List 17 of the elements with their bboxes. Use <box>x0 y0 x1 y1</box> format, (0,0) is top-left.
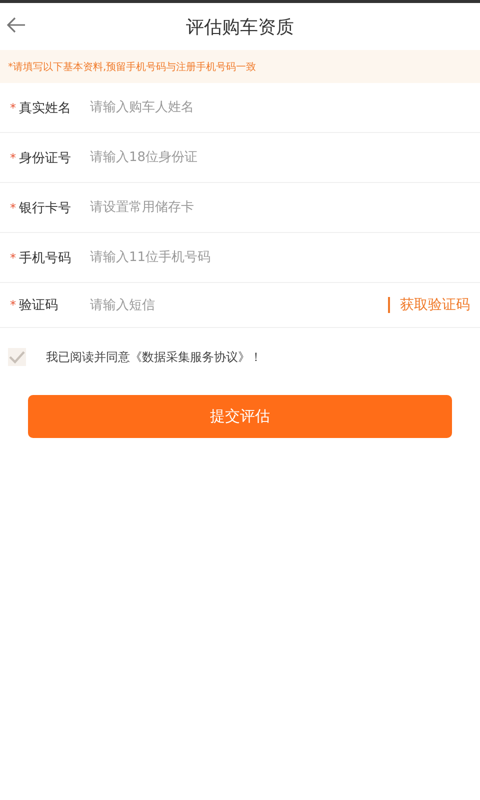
agreement-text: 我已阅读并同意《数据采集服务协议》！ <box>46 348 262 366</box>
checkbox[interactable] <box>8 348 26 366</box>
field-label: 手机号码 <box>19 250 72 266</box>
get-code-button[interactable]: 获取验证码 <box>400 296 470 314</box>
field-label: 验证码 <box>19 297 59 314</box>
back-icon[interactable] <box>6 17 26 33</box>
field-label: 身份证号 <box>19 150 72 166</box>
field-label: 真实姓名 <box>19 100 72 116</box>
required-marker: * <box>10 150 17 164</box>
required-marker: * <box>10 298 17 312</box>
required-marker: * <box>10 250 17 264</box>
submit-button[interactable]: 提交评估 <box>28 395 452 438</box>
page-title: 评估购车资质 <box>186 16 294 38</box>
field-label: 银行卡号 <box>19 200 72 216</box>
notice-banner: *请填写以下基本资料,预留手机号码与注册手机号码一致 <box>0 50 480 83</box>
required-marker: * <box>10 100 17 114</box>
required-marker: * <box>10 200 17 214</box>
